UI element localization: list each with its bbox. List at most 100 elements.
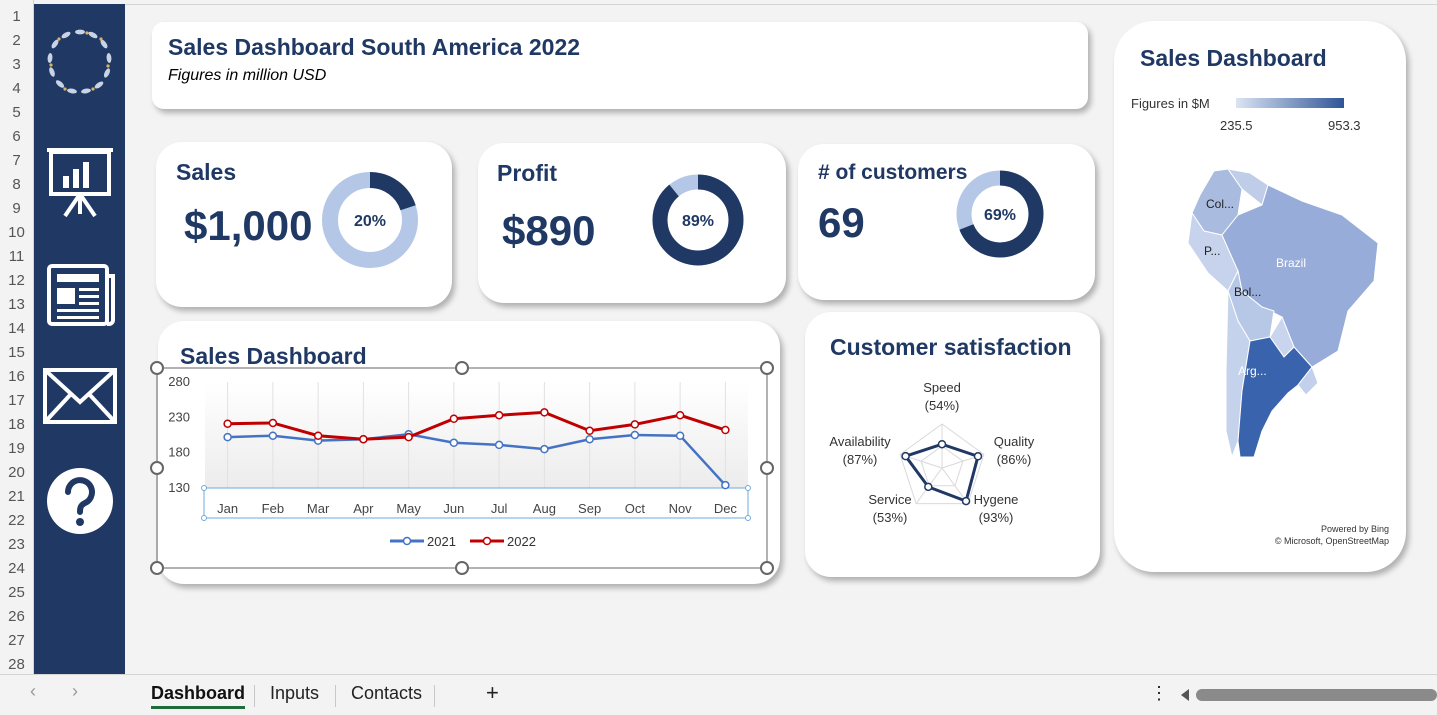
add-sheet-button[interactable]: +	[486, 680, 499, 706]
kpi-sales-percent: 20%	[354, 213, 386, 230]
radar-axis-value: (54%)	[925, 398, 960, 413]
row-number[interactable]: 21	[0, 488, 33, 505]
tab-dashboard[interactable]: Dashboard	[151, 683, 246, 709]
row-number[interactable]: 27	[0, 632, 33, 649]
tab-next-icon[interactable]: ›	[72, 681, 78, 702]
row-number[interactable]: 7	[0, 152, 33, 169]
row-number[interactable]: 26	[0, 608, 33, 625]
map-attribution-bing: Powered by Bing	[1320, 524, 1389, 534]
chart-resize-handle	[760, 461, 774, 475]
x-tick-label: Jul	[491, 501, 508, 516]
data-point-2021	[721, 480, 730, 490]
row-number[interactable]: 14	[0, 320, 33, 337]
legend-label: 2022	[507, 534, 536, 549]
kpi-profit-label: Profit	[497, 160, 558, 186]
kpi-card-profit: Profit $890 89%	[478, 143, 786, 303]
data-point-2021	[268, 431, 278, 440]
row-number[interactable]: 13	[0, 296, 33, 313]
radar-data-point	[901, 451, 910, 461]
row-number[interactable]: 11	[0, 248, 33, 265]
label-argentina: Arg...	[1238, 364, 1267, 378]
data-point-2021	[494, 440, 504, 450]
row-number[interactable]: 10	[0, 224, 33, 241]
row-number[interactable]: 23	[0, 536, 33, 553]
row-number[interactable]: 15	[0, 344, 33, 361]
page-title: Sales Dashboard South America 2022	[168, 34, 581, 60]
y-tick-label: 230	[168, 409, 190, 424]
row-number[interactable]: 6	[0, 128, 33, 145]
y-tick-label: 180	[168, 445, 190, 460]
label-brazil: Brazil	[1276, 256, 1306, 270]
row-number[interactable]: 1	[0, 8, 33, 25]
scroll-left-icon[interactable]	[1181, 689, 1189, 701]
radar-data-point	[937, 439, 947, 449]
chart-resize-handle	[455, 561, 469, 575]
row-number[interactable]: 24	[0, 560, 33, 577]
mail-icon[interactable]	[41, 358, 119, 436]
row-number[interactable]: 8	[0, 176, 33, 193]
row-number[interactable]: 12	[0, 272, 33, 289]
tab-contacts[interactable]: Contacts	[351, 683, 422, 704]
radar-axis-name: Hygene	[974, 492, 1019, 507]
x-tick-label: Oct	[625, 501, 646, 516]
data-point-2022	[540, 408, 549, 417]
radar-axis-value: (53%)	[873, 510, 908, 525]
x-axis-selection-box	[203, 487, 749, 519]
map-legend-min: 235.5	[1220, 118, 1253, 133]
line-chart[interactable]: 130 180 230 280 Jan Feb Mar Apr May Jun Jul Aug Sep…	[150, 360, 780, 576]
row-number[interactable]: 20	[0, 464, 33, 481]
data-point-2022	[675, 410, 685, 420]
label-colombia: Col...	[1206, 197, 1234, 211]
horizontal-scrollbar[interactable]	[1196, 689, 1437, 701]
row-number[interactable]: 5	[0, 104, 33, 121]
chart-resize-handle	[150, 561, 164, 575]
map-legend-gradient	[1236, 98, 1344, 108]
tab-prev-icon[interactable]: ‹	[30, 681, 36, 702]
row-number[interactable]: 28	[0, 656, 33, 673]
kpi-card-customers: # of customers 69 69%	[798, 144, 1095, 300]
row-number[interactable]: 3	[0, 56, 33, 73]
kpi-customers-value: 69	[818, 199, 865, 246]
data-point-2022	[449, 414, 459, 423]
row-number[interactable]: 18	[0, 416, 33, 433]
kpi-sales-label: Sales	[176, 159, 237, 185]
row-number[interactable]: 4	[0, 80, 33, 97]
row-number[interactable]: 22	[0, 512, 33, 529]
row-header: 1 2 3 4 5 6 7 8 9 10 11 12 13 14 15 16 17 18 19 20 21 22 23 24 2…	[0, 0, 34, 674]
row-number[interactable]: 17	[0, 392, 33, 409]
kpi-customers-percent: 69%	[984, 207, 1016, 224]
tab-inputs[interactable]: Inputs	[270, 683, 319, 704]
satisfaction-radar-chart: Speed (54%) Quality (86%) Hygene (93%) Service…	[829, 380, 1034, 525]
axis-selection-handle	[745, 515, 751, 521]
south-america-map[interactable]: Col... P... Brazil Bol... Arg...	[1142, 161, 1392, 461]
presentation-chart-icon[interactable]	[41, 142, 119, 220]
row-number[interactable]: 9	[0, 200, 33, 217]
legend-marker	[402, 536, 412, 546]
data-point-2021	[585, 434, 594, 444]
data-point-2022	[630, 420, 640, 429]
help-icon[interactable]	[41, 462, 119, 540]
sheet-tab-bar: ‹ › Dashboard Inputs Contacts + ⋮	[0, 674, 1437, 715]
row-number[interactable]: 25	[0, 584, 33, 601]
row-number[interactable]: 16	[0, 368, 33, 385]
radar-axis-value: (93%)	[979, 510, 1014, 525]
radar-axis-name: Availability	[829, 434, 891, 449]
kpi-sales-donut: 20%	[322, 172, 418, 268]
chart-resize-handle	[760, 361, 774, 375]
tab-separator	[434, 685, 435, 707]
axis-selection-handle	[201, 485, 207, 491]
data-point-2022	[404, 432, 413, 442]
tab-separator	[254, 685, 255, 707]
map-attribution-osm: © Microsoft, OpenStreetMap	[1274, 536, 1389, 546]
row-number[interactable]: 2	[0, 32, 33, 49]
axis-selection-handle	[745, 485, 751, 491]
newspaper-icon[interactable]	[41, 258, 119, 336]
map-card: Sales Dashboard Figures in $M 235.5 953.…	[1114, 21, 1406, 572]
more-options-icon[interactable]: ⋮	[1150, 683, 1168, 704]
satisfaction-title: Customer satisfaction	[830, 334, 1072, 360]
row-number[interactable]: 19	[0, 440, 33, 457]
data-point-2022	[359, 434, 368, 444]
chart-resize-handle	[150, 361, 164, 375]
x-tick-label: Sep	[578, 501, 601, 516]
data-point-2022	[721, 425, 730, 435]
